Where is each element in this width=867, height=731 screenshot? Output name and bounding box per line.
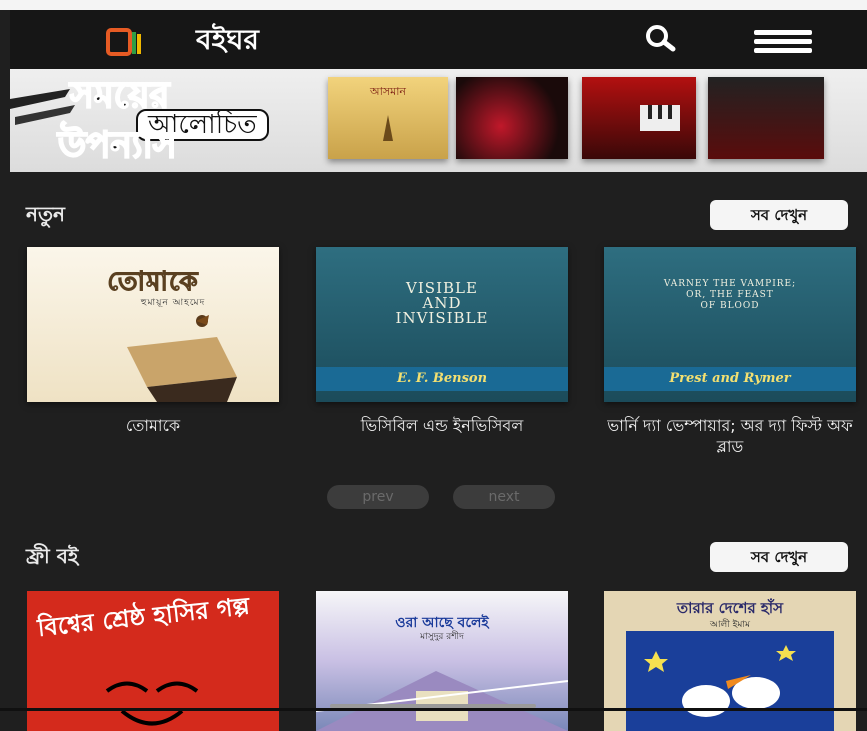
see-all-new-button[interactable]: সব দেখুন — [710, 200, 848, 230]
promo-banner[interactable]: সময়ের আলোচিত উপন্যাস আসমান — [10, 69, 867, 172]
see-all-free-button[interactable]: সব দেখুন — [710, 542, 848, 572]
train-station-illustration — [316, 671, 568, 731]
cover-illustration — [127, 315, 237, 402]
banner-heading: সময়ের আলোচিত উপন্যাস — [38, 74, 308, 167]
search-icon[interactable] — [642, 23, 678, 55]
cover-author: Prest and Rymer — [604, 367, 856, 391]
next-button[interactable]: next — [453, 485, 555, 509]
ducks-illustration — [626, 631, 834, 731]
section-title-new: নতুন — [26, 202, 65, 226]
prev-button[interactable]: prev — [327, 485, 429, 509]
banner-book-3[interactable] — [582, 77, 696, 159]
book-cover[interactable]: VISIBLE AND INVISIBLE E. F. Benson — [316, 247, 568, 402]
status-strip — [0, 0, 867, 10]
book-title[interactable]: তোমাকে — [17, 415, 289, 436]
books-logo-icon[interactable] — [106, 26, 144, 56]
banner-book-1[interactable]: আসমান — [328, 77, 448, 159]
banner-book-2[interactable] — [456, 77, 568, 159]
banner-line-3: উপন্যাস — [57, 124, 178, 167]
banner-book-4[interactable] — [708, 77, 824, 159]
cover-author: E. F. Benson — [316, 367, 568, 391]
figure-icon — [383, 115, 393, 141]
book-title[interactable]: ভিসিবিল এন্ড ইনভিসিবল — [306, 415, 578, 436]
app-header: বইঘর — [10, 10, 867, 69]
home-indicator — [330, 704, 536, 708]
section-title-free: ফ্রী বই — [26, 544, 79, 568]
book-cover[interactable]: VARNEY THE VAMPIRE; OR, THE FEAST OF BLO… — [604, 247, 856, 402]
hamburger-menu-icon[interactable] — [754, 26, 812, 56]
book-title[interactable]: ভার্নি দ্যা ভেম্পায়ার; অর দ্যা ফিস্ট অফ… — [594, 415, 866, 457]
laughing-face-icon — [105, 681, 199, 726]
app-title: বইঘর — [196, 23, 259, 56]
book-cover[interactable]: তোমাকে হুমায়ূন আহমেদ — [27, 247, 279, 402]
piano-keys-icon — [640, 105, 680, 131]
